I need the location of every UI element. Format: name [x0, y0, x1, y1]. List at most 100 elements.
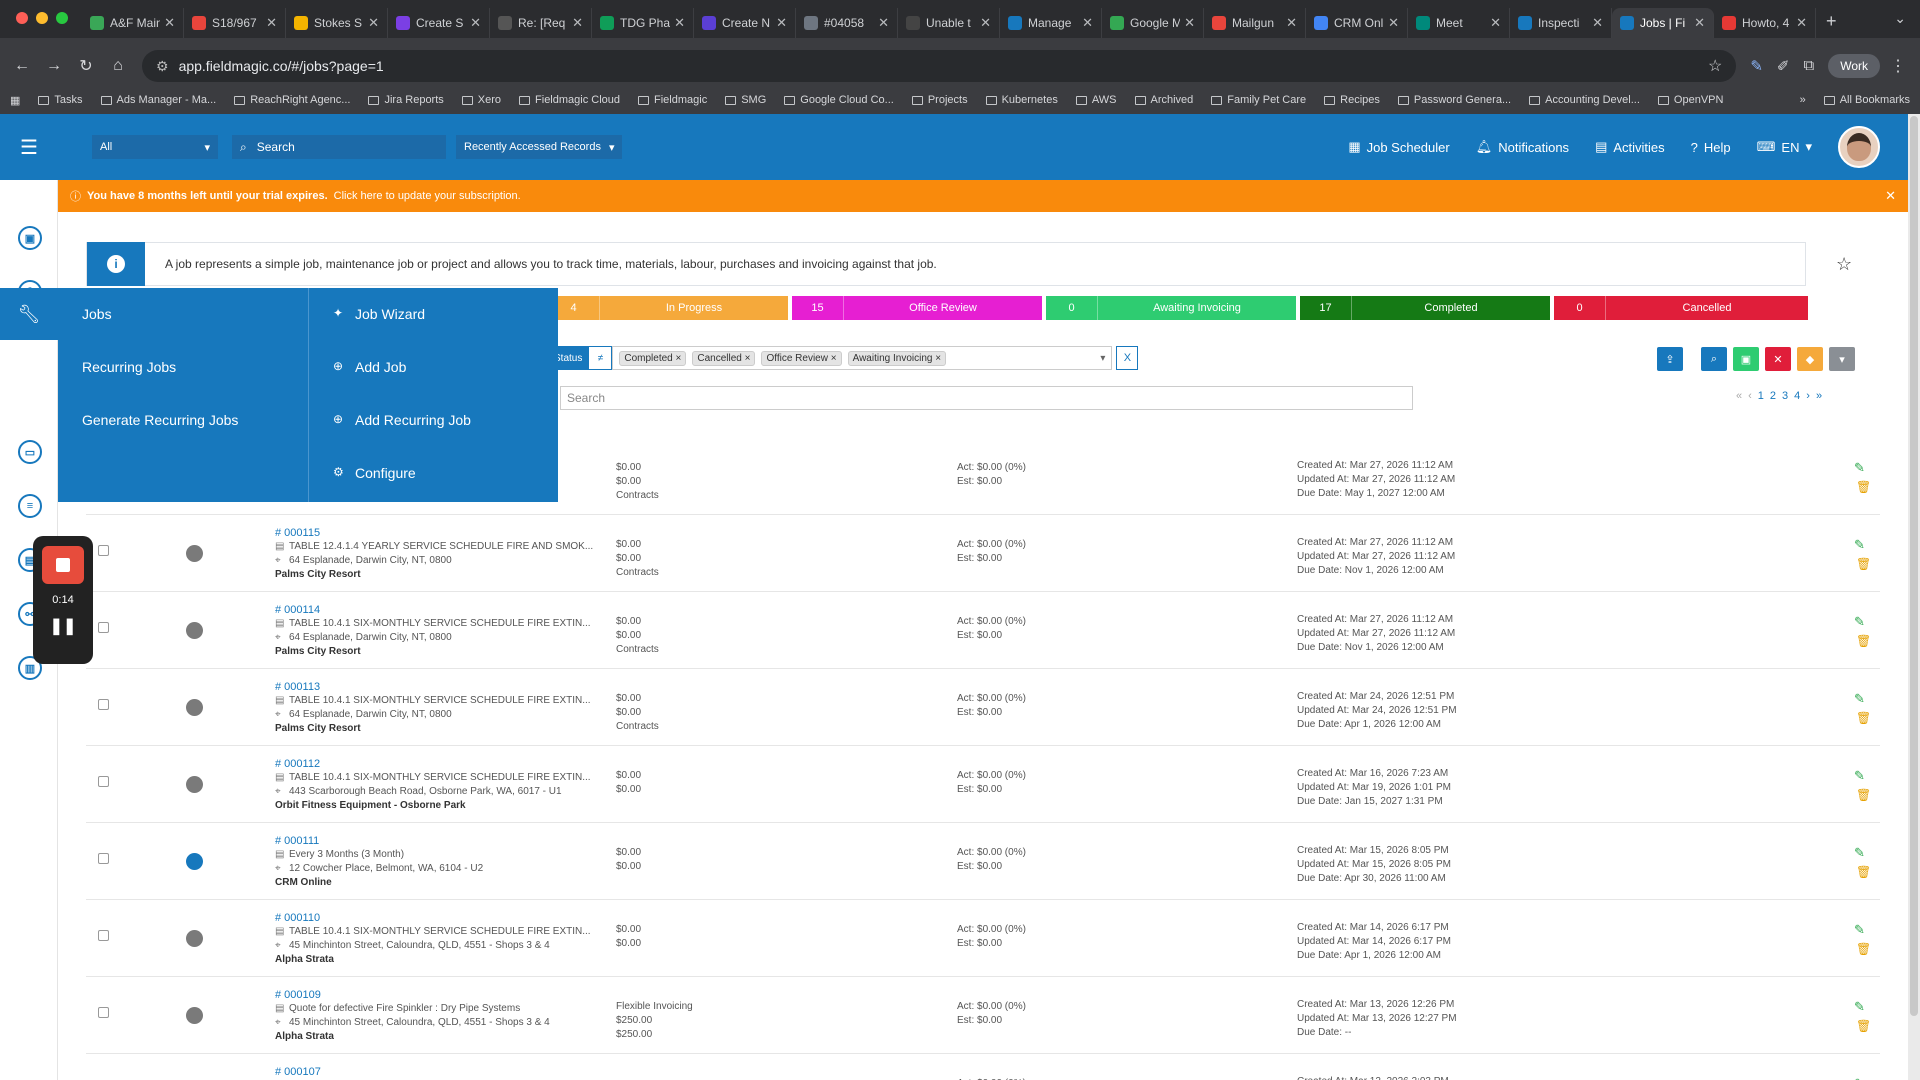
scrollbar-thumb[interactable]	[1910, 116, 1918, 1016]
bookmark-item[interactable]: Archived	[1134, 94, 1193, 106]
profile-button[interactable]: Work	[1828, 54, 1880, 78]
row-checkbox[interactable]	[98, 930, 109, 941]
bookmark-item[interactable]: Family Pet Care	[1211, 94, 1306, 106]
browser-tab[interactable]: Jobs | Fi ✕	[1612, 8, 1714, 38]
recently-accessed-dropdown[interactable]: Recently Accessed Records ▾	[456, 135, 623, 159]
first-page-icon[interactable]: «	[1736, 390, 1742, 402]
user-avatar[interactable]	[1838, 126, 1880, 168]
bookmark-item[interactable]: ReachRight Agenc...	[234, 94, 350, 106]
menu-item-configure[interactable]: ⚙ Configure	[309, 465, 558, 518]
reload-icon[interactable]: ↻	[72, 52, 100, 80]
edit-pencil-icon[interactable]: ✎	[1854, 1076, 1865, 1080]
bookmark-item[interactable]: Recipes	[1324, 94, 1380, 106]
pause-icon[interactable]: ❚❚	[50, 616, 77, 636]
menu-item-generate-recurring-jobs[interactable]: Generate Recurring Jobs	[58, 412, 308, 465]
browser-tab[interactable]: Meet ✕	[1408, 8, 1510, 38]
contacts-nav-icon[interactable]: ▣	[18, 226, 42, 250]
browser-tab[interactable]: TDG Pha ✕	[592, 8, 694, 38]
edit-pencil-icon[interactable]: ✎	[1854, 768, 1865, 784]
eyedropper-icon[interactable]: ✐	[1777, 57, 1790, 75]
trash-icon[interactable]: 🗑︎	[1856, 942, 1871, 956]
close-tab-icon[interactable]: ✕	[674, 15, 685, 31]
search-scope-select[interactable]: All ▾	[92, 135, 218, 159]
page-number[interactable]: 3	[1782, 390, 1788, 402]
job-number-link[interactable]: # 000110	[275, 912, 320, 924]
job-number-link[interactable]: # 000115	[275, 527, 320, 539]
stop-recording-button[interactable]	[42, 546, 84, 584]
browser-tab[interactable]: Mailgun ✕	[1204, 8, 1306, 38]
job-number-link[interactable]: # 000113	[275, 681, 320, 693]
bookmark-item[interactable]: Xero	[461, 94, 501, 106]
job-number-link[interactable]: # 000114	[275, 604, 320, 616]
page-number[interactable]: 4	[1794, 390, 1800, 402]
next-page-icon[interactable]: ›	[1806, 390, 1810, 402]
close-tab-icon[interactable]: ✕	[266, 15, 277, 31]
filter-chip[interactable]: Completed ×	[619, 350, 687, 366]
row-checkbox[interactable]	[98, 853, 109, 864]
filter-values-select[interactable]: Completed × Cancelled × Office Review × Awa…	[612, 346, 1113, 370]
extensions-puzzle-icon[interactable]: ⧉	[1804, 57, 1815, 75]
trash-icon[interactable]: 🗑︎	[1856, 865, 1871, 879]
bookmark-star-icon[interactable]: ☆	[1708, 56, 1722, 76]
trash-icon[interactable]: 🗑︎	[1856, 1019, 1871, 1033]
browser-tab[interactable]: Re: [Req ✕	[490, 8, 592, 38]
job-number-link[interactable]: # 000107	[275, 1066, 321, 1078]
tab-search-icon[interactable]: ⌄	[1894, 10, 1906, 27]
back-icon[interactable]: ←	[8, 52, 36, 80]
favorite-star-icon[interactable]: ☆	[1836, 254, 1852, 275]
browser-tab[interactable]: #04058 ✕	[796, 8, 898, 38]
search-button[interactable]: ⌕	[1701, 347, 1727, 371]
page-scrollbar[interactable]	[1908, 114, 1920, 1080]
apps-grid-icon[interactable]: ▦	[10, 94, 20, 107]
maximize-window-button[interactable]	[56, 12, 68, 24]
row-checkbox[interactable]	[98, 622, 109, 633]
status-summary-in-progress[interactable]: 4 In Progress	[548, 296, 788, 320]
bookmark-item[interactable]: Google Cloud Co...	[784, 94, 894, 106]
remove-chip-icon[interactable]: ×	[742, 353, 751, 364]
edit-pencil-icon[interactable]: ✎	[1854, 922, 1865, 938]
forward-icon[interactable]: →	[40, 52, 68, 80]
remove-chip-icon[interactable]: ×	[673, 353, 681, 364]
browser-tab[interactable]: Google M ✕	[1102, 8, 1204, 38]
close-tab-icon[interactable]: ✕	[1592, 15, 1603, 31]
job-number-link[interactable]: # 000111	[275, 835, 319, 847]
save-filter-button[interactable]: ▣	[1733, 347, 1759, 371]
close-tab-icon[interactable]: ✕	[1796, 15, 1807, 31]
bookmark-item[interactable]: Projects	[911, 94, 968, 106]
close-tab-icon[interactable]: ✕	[878, 15, 889, 31]
page-number[interactable]: 2	[1770, 390, 1776, 402]
bookmark-item[interactable]: Accounting Devel...	[1529, 94, 1640, 106]
close-tab-icon[interactable]: ✕	[164, 15, 175, 31]
bookmark-item[interactable]: AWS	[1075, 94, 1117, 106]
bookmark-item[interactable]: Kubernetes	[985, 94, 1058, 106]
extension-icon[interactable]: ✎	[1750, 57, 1763, 75]
browser-tab[interactable]: Create N ✕	[694, 8, 796, 38]
more-dropdown-button[interactable]: ▾	[1829, 347, 1855, 371]
menu-item-add-recurring-job[interactable]: ⊕ Add Recurring Job	[309, 412, 558, 465]
close-icon[interactable]: ✕	[1885, 188, 1896, 204]
prev-page-icon[interactable]: ‹	[1748, 390, 1752, 402]
bookmark-item[interactable]: Tasks	[38, 94, 83, 106]
close-tab-icon[interactable]: ✕	[1184, 15, 1195, 31]
status-summary-office-review[interactable]: 15 Office Review	[792, 296, 1042, 320]
briefcase-nav-icon[interactable]: ▭	[18, 440, 42, 464]
page-number[interactable]: 1	[1758, 390, 1764, 402]
jobs-nav-icon[interactable]: 🔧︎	[0, 288, 58, 340]
hamburger-menu-icon[interactable]: ☰	[0, 135, 58, 160]
edit-pencil-icon[interactable]: ✎	[1854, 460, 1865, 476]
filter-operator-select[interactable]: ≠	[588, 346, 613, 370]
list-search-input[interactable]: Search	[560, 386, 1413, 410]
address-bar[interactable]: ⚙ app.fieldmagic.co/#/jobs?page=1 ☆	[142, 50, 1737, 82]
job-number-link[interactable]: # 000109	[275, 989, 321, 1001]
filter-chip[interactable]: Office Review ×	[761, 350, 842, 366]
browser-tab[interactable]: S18/967 ✕	[184, 8, 286, 38]
close-tab-icon[interactable]: ✕	[368, 15, 379, 31]
home-icon[interactable]: ⌂	[104, 52, 132, 80]
close-window-button[interactable]	[16, 12, 28, 24]
edit-pencil-icon[interactable]: ✎	[1854, 537, 1865, 553]
close-tab-icon[interactable]: ✕	[1286, 15, 1297, 31]
trash-icon[interactable]: 🗑︎	[1856, 711, 1871, 725]
bookmark-item[interactable]: OpenVPN	[1657, 94, 1723, 106]
filter-chip[interactable]: Awaiting Invoicing ×	[847, 350, 947, 366]
close-tab-icon[interactable]: ✕	[980, 15, 991, 31]
